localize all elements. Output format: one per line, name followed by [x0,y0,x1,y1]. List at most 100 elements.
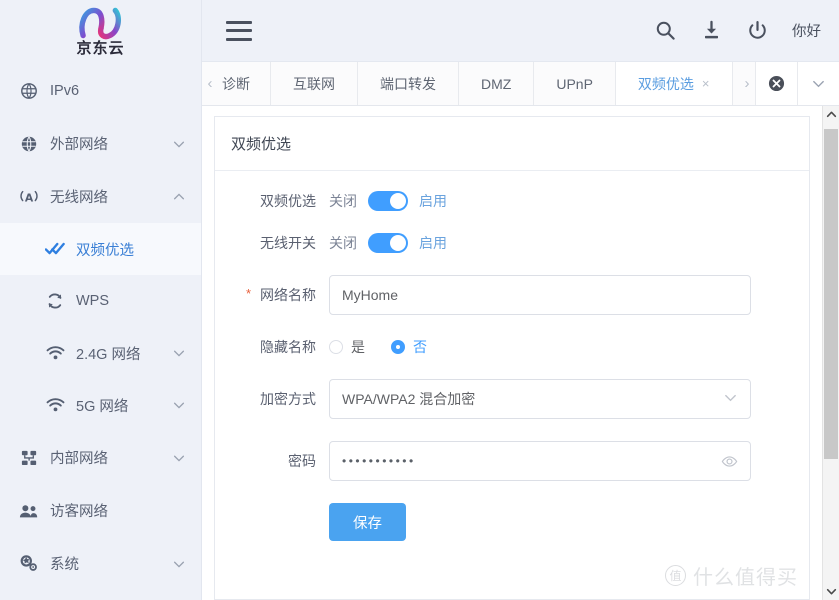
sidebar-item-band-steering[interactable]: 双频优选 [0,223,201,275]
form-row-wireless-switch: 无线开关 关闭 启用 [215,233,809,253]
chevron-down-icon[interactable] [171,345,187,361]
chevron-right-icon[interactable]: › [739,62,755,105]
top-header: 你好 [202,0,839,62]
encryption-select[interactable]: WPA/WPA2 混合加密 [329,379,751,419]
form-label: 无线开关 [215,233,329,253]
sidebar-item-internal-network[interactable]: 内部网络 [0,431,201,484]
close-icon[interactable]: × [702,77,710,90]
password-input[interactable]: ••••••••••• [329,441,751,481]
form-label: 密码 [215,451,329,471]
sidebar-item-label: 2.4G 网络 [76,343,171,364]
settings-form: 双频优选 关闭 启用 无线开关 关闭 [215,171,809,541]
tab-bar: ‹ 诊断 互联网 端口转发 DMZ UPnP 双频优选 [202,62,839,106]
main-pane: 你好 ‹ 诊断 互联网 端口转发 DMZ UPnP [202,0,839,600]
chevron-up-icon[interactable] [171,189,187,205]
form-field: 是 否 [329,337,453,357]
tab-label: 端口转发 [380,74,436,94]
sidebar-item-label: IPv6 [50,83,171,99]
form-label-text: 网络名称 [260,287,316,303]
wireless-switch-toggle[interactable] [368,233,408,253]
encryption-select-value: WPA/WPA2 混合加密 [342,389,475,409]
form-label: 加密方式 [215,389,329,409]
user-greeting[interactable]: 你好 [792,20,821,41]
sidebar: 京东云 IPv6 外部网络 A [0,0,202,600]
ipv6-globe-icon [18,80,40,102]
form-field: 保存 [329,503,406,541]
form-label: 双频优选 [215,191,329,211]
tab-internet[interactable]: 互联网 [271,62,358,105]
vertical-scrollbar[interactable] [822,106,839,600]
sidebar-item-guest-network[interactable]: 访客网络 [0,484,201,537]
globe-icon [18,133,40,155]
toggle-knob [390,193,406,209]
chevron-down-icon[interactable] [797,62,839,105]
ssid-input[interactable]: MyHome [329,275,751,315]
tab-diagnostics[interactable]: 诊断 [218,62,271,105]
required-marker: * [246,286,251,301]
radio-dot-icon [391,340,405,354]
form-field: MyHome [329,275,751,315]
close-circle-icon[interactable] [755,62,797,105]
form-row-ssid: * 网络名称 MyHome [215,275,809,315]
tab-label: DMZ [481,76,511,92]
sidebar-item-label: 内部网络 [50,447,171,468]
sidebar-item-system[interactable]: 系统 [0,537,201,590]
chevron-down-icon [723,390,738,408]
download-icon[interactable] [694,14,728,48]
wifi-icon [44,342,66,364]
save-button[interactable]: 保存 [329,503,406,541]
sidebar-item-wireless-network[interactable]: A 无线网络 [0,170,201,223]
hide-ssid-radio-yes[interactable]: 是 [329,337,365,357]
network-tree-icon [18,447,40,469]
eye-icon[interactable] [721,453,738,470]
settings-card: 双频优选 双频优选 关闭 启用 [214,116,810,600]
content-inner: 双频优选 双频优选 关闭 启用 [202,106,822,600]
scrollbar-track[interactable] [823,123,839,583]
sidebar-item-label: 双频优选 [76,239,187,260]
switch-off-label: 关闭 [329,191,357,211]
tab-dmz[interactable]: DMZ [459,62,534,105]
chevron-down-icon[interactable] [171,397,187,413]
search-icon[interactable] [648,14,682,48]
chevron-left-icon[interactable]: ‹ [202,62,218,105]
tab-label: UPnP [556,76,593,92]
brand-name: 京东云 [76,37,124,58]
toggle-knob [390,235,406,251]
antenna-icon: A [18,186,40,208]
sidebar-item-ipv6[interactable]: IPv6 [0,64,201,117]
chevron-down-icon[interactable] [171,136,187,152]
jd-cloud-logo-icon [74,6,128,40]
chevron-down-icon[interactable] [823,583,839,600]
band-steering-toggle[interactable] [368,191,408,211]
form-field: WPA/WPA2 混合加密 [329,379,751,419]
tab-port-forwarding[interactable]: 端口转发 [358,62,459,105]
brand-logo[interactable]: 京东云 [0,0,201,62]
sidebar-item-24g-network[interactable]: 2.4G 网络 [0,327,201,379]
sidebar-item-external-network[interactable]: 外部网络 [0,117,201,170]
page-title: 双频优选 [215,117,809,171]
sidebar-item-5g-network[interactable]: 5G 网络 [0,379,201,431]
gear-icon [18,553,40,575]
hamburger-icon[interactable] [226,21,252,41]
chevron-up-icon[interactable] [823,106,839,123]
users-icon [18,500,40,522]
tab-label: 互联网 [293,74,335,94]
hide-ssid-radio-no[interactable]: 否 [391,337,427,357]
scrollbar-thumb[interactable] [824,129,838,459]
sidebar-item-label: 外部网络 [50,133,171,154]
form-label: 隐藏名称 [215,337,329,357]
svg-text:A: A [25,191,34,204]
power-icon[interactable] [740,14,774,48]
form-row-actions: 保存 [215,503,809,541]
chevron-down-icon[interactable] [171,450,187,466]
password-input-value: ••••••••••• [342,454,715,468]
sidebar-item-wps[interactable]: WPS [0,275,201,327]
tab-strip: 诊断 互联网 端口转发 DMZ UPnP 双频优选 × [218,62,739,105]
tab-upnp[interactable]: UPnP [534,62,616,105]
app-root: 京东云 IPv6 外部网络 A [0,0,839,600]
ssid-input-value: MyHome [342,287,738,303]
tab-band-steering[interactable]: 双频优选 × [616,62,733,105]
switch-off-label: 关闭 [329,233,357,253]
form-field: 关闭 启用 [329,233,447,253]
chevron-down-icon[interactable] [171,556,187,572]
